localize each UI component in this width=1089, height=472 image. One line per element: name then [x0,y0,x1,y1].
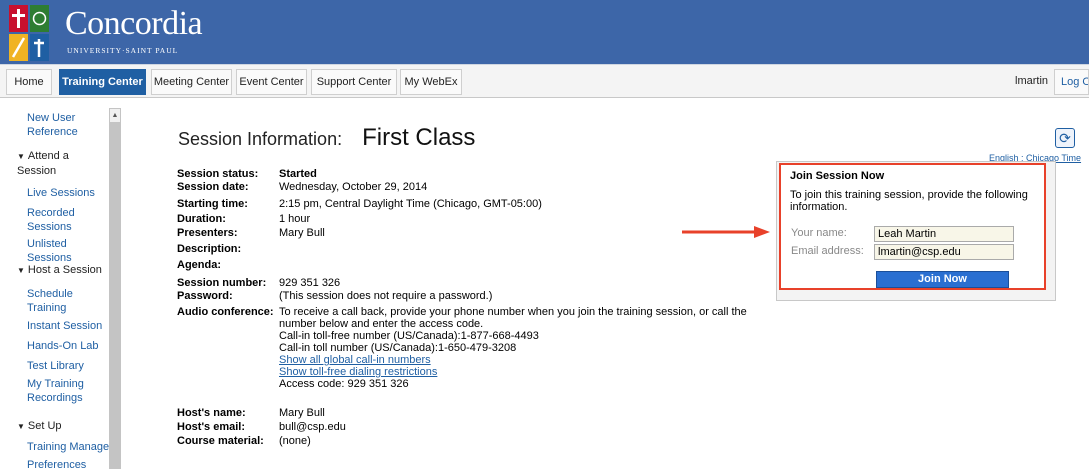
tab-event-center[interactable]: Event Center [236,69,307,95]
sidebar-new-user-reference[interactable]: New User Reference [27,111,113,139]
tab-home[interactable]: Home [6,69,52,95]
join-panel-description: To join this training session, provide t… [790,189,1028,213]
sidebar-item-recorded-sessions[interactable]: Recorded Sessions [27,206,113,234]
presenters-value: Mary Bull [279,227,325,239]
sidebar-item-unlisted-sessions[interactable]: Unlisted Sessions [27,237,113,265]
session-name: First Class [362,124,476,151]
site-header: Concordia UNIVERSITY·SAINT PAUL [0,0,1089,64]
sidebar-item-my-training-recordings[interactable]: My Training Recordings [27,377,113,405]
concordia-logo-icon [9,5,49,61]
tab-my-webex[interactable]: My WebEx [400,69,462,95]
password-value: (This session does not require a passwor… [279,290,493,302]
field-label: Session number: [177,277,267,289]
email-address-label: Email address: [791,245,864,257]
host-name-value: Mary Bull [279,407,325,419]
access-code: Access code: 929 351 326 [279,378,409,390]
username: lmartin [1015,75,1049,87]
sidebar-section-label: Host a Session [27,264,102,276]
field-label: Password: [177,290,233,302]
top-navigation: Home Training Center Meeting Center Even… [0,64,1089,98]
your-name-input[interactable] [874,226,1014,242]
host-email-value: bull@csp.edu [279,421,346,433]
sidebar-section-host[interactable]: ▼ Host a Session [17,263,107,278]
field-label: Audio conference: [177,306,274,318]
field-label: Host's email: [177,421,246,433]
sidebar-item-preferences[interactable]: Preferences [27,458,113,472]
sidebar-item-live-sessions[interactable]: Live Sessions [27,186,113,200]
collapse-triangle-icon: ▼ [17,266,25,275]
sidebar-scrollbar[interactable] [109,108,121,469]
course-material-value: (none) [279,435,311,447]
brand-subtitle: UNIVERSITY·SAINT PAUL [67,46,179,55]
your-name-label: Your name: [791,227,847,239]
refresh-icon[interactable]: ⟳ [1055,128,1075,148]
session-status-value: Started [279,168,317,180]
field-label: Session status: [177,168,259,180]
pointer-arrow-icon [682,226,770,238]
sidebar-item-training-manager[interactable]: Training Manager [27,440,113,454]
brand-name: Concordia [65,5,203,42]
page-title: Session Information: First Class [178,124,475,152]
tab-meeting-center[interactable]: Meeting Center [151,69,232,95]
sidebar-item-hands-on-lab[interactable]: Hands-On Lab [27,339,113,353]
session-number-value: 929 351 326 [279,277,341,289]
title-label: Session Information: [178,129,343,149]
sidebar-item-schedule-training[interactable]: Schedule Training [27,287,113,315]
join-now-button[interactable]: Join Now [876,271,1009,288]
sidebar-section-setup[interactable]: ▼ Set Up [17,419,107,434]
join-panel-title: Join Session Now [790,170,885,182]
field-label: Presenters: [177,227,238,239]
field-label: Host's name: [177,407,246,419]
field-label: Agenda: [177,259,221,271]
field-label: Description: [177,243,242,255]
sidebar-item-test-library[interactable]: Test Library [27,359,113,373]
starting-time-value: 2:15 pm, Central Daylight Time (Chicago,… [279,198,542,210]
collapse-triangle-icon: ▼ [17,422,25,431]
field-label: Starting time: [177,198,248,210]
email-address-input[interactable] [874,244,1014,260]
tab-training-center[interactable]: Training Center [59,69,146,95]
scroll-up-icon[interactable]: ▲ [109,108,121,123]
session-date-value: Wednesday, October 29, 2014 [279,181,428,193]
tab-support-center[interactable]: Support Center [311,69,397,95]
duration-value: 1 hour [279,213,311,225]
collapse-triangle-icon: ▼ [17,152,25,161]
field-label: Course material: [177,435,264,447]
logout-link[interactable]: Log Out [1054,69,1089,95]
field-label: Session date: [177,181,249,193]
sidebar-section-label: Set Up [27,420,62,432]
sidebar-section-attend[interactable]: ▼ Attend a Session [17,149,107,178]
sidebar-item-instant-session[interactable]: Instant Session [27,319,113,333]
field-label: Duration: [177,213,226,225]
